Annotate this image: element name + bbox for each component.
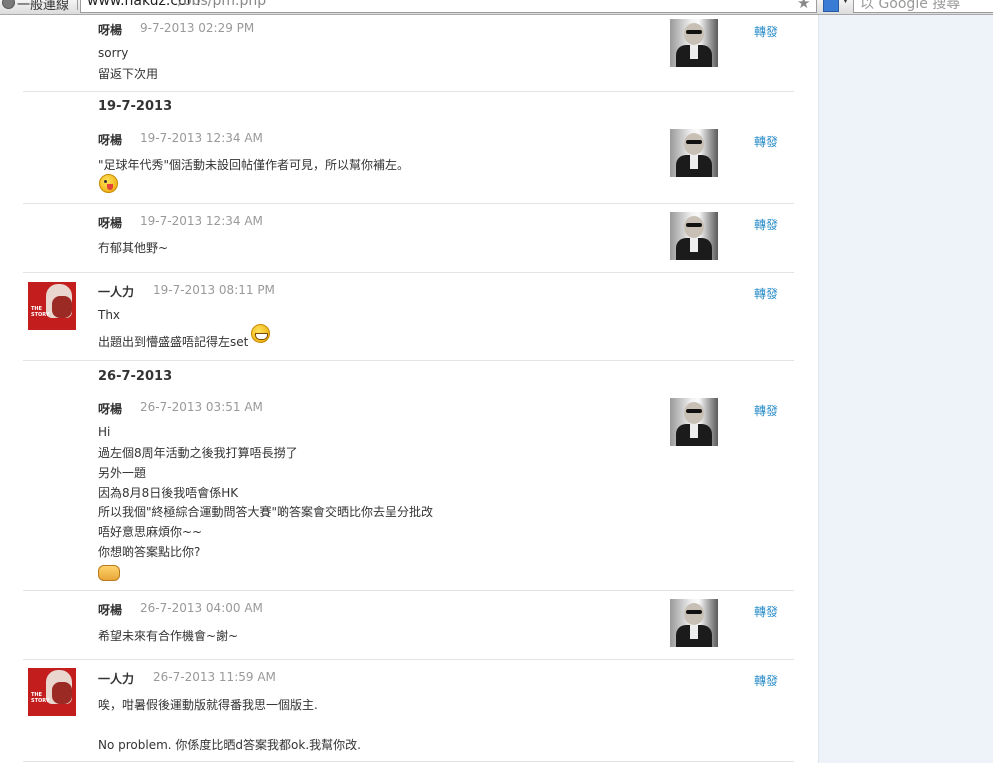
message-text: sorry (98, 46, 129, 60)
message-text: "足球年代秀"個活動未設回帖僅作者可見，所以幫你補左。 (98, 158, 410, 172)
message-timestamp: 26-7-2013 11:59 AM (153, 670, 276, 684)
message-text: 所以我個"終極綜合運動問答大賽"啲答案會交晒比你去呈分批改 (98, 505, 434, 519)
message-text: Thx (98, 308, 121, 322)
bookmark-star-icon[interactable]: ★ (797, 0, 810, 12)
message-text: 過左個8周年活動之後我打算唔長撈了 (98, 446, 298, 460)
avatar[interactable]: THE STORY (28, 282, 76, 330)
forward-link[interactable]: 轉發 (754, 216, 778, 233)
message-timestamp: 19-7-2013 12:34 AM (140, 131, 263, 145)
message-text: No problem. 你係度比晒d答案我都ok.我幫你改. (98, 738, 361, 752)
forward-link[interactable]: 轉發 (754, 603, 778, 620)
message-text: 唉，咁暑假後運動版就得番我思一個版主. (98, 698, 318, 712)
message-timestamp: 19-7-2013 08:11 PM (153, 283, 275, 297)
date-heading: 19-7-2013 (98, 99, 173, 114)
handshake-emoticon (98, 565, 120, 581)
divider (23, 91, 794, 92)
message-text: 另外一題 (98, 466, 147, 480)
divider (23, 761, 794, 762)
message-author[interactable]: 一人力 (98, 283, 134, 300)
forward-link[interactable]: 轉發 (754, 285, 778, 302)
divider (23, 590, 794, 591)
message-text: 冇郁其他野~ (98, 241, 169, 255)
message-author[interactable]: 呀楊 (98, 400, 122, 417)
url-path: /bbs/pm.php (178, 0, 267, 9)
chevron-down-icon[interactable]: ▼ (842, 0, 849, 5)
message-timestamp: 26-7-2013 04:00 AM (140, 601, 263, 615)
message-text: 因為8月8日後我唔會係HK (98, 486, 239, 500)
avatar[interactable] (670, 599, 718, 647)
search-placeholder: 以 Google 搜尋 (860, 0, 961, 12)
message-timestamp: 19-7-2013 12:34 AM (140, 214, 263, 228)
forward-link[interactable]: 轉發 (754, 133, 778, 150)
message-author[interactable]: 呀楊 (98, 21, 122, 38)
message-text: 唔好意思麻煩你~~ (98, 525, 203, 539)
message-text: Hi (98, 425, 111, 439)
message-text: 出題出到懵盛盛唔記得左set (98, 335, 249, 349)
message-author[interactable]: 呀楊 (98, 131, 122, 148)
divider (23, 360, 794, 361)
address-bar[interactable]: www.hakuz.com /bbs/pm.php (80, 0, 817, 13)
browser-toolbar: 一般連線 www.hakuz.com /bbs/pm.php ★ ▼ 以 Goo… (0, 0, 993, 15)
message-author[interactable]: 一人力 (98, 670, 134, 687)
divider (23, 272, 794, 273)
bookmark-item[interactable]: 一般連線 (17, 0, 69, 13)
avatar[interactable]: THE STORY (28, 668, 76, 716)
forward-link[interactable]: 轉發 (754, 402, 778, 419)
message-text: 你想啲答案點比你? (98, 545, 201, 559)
google-icon[interactable] (823, 0, 839, 12)
message-text: 希望未來有合作機會~謝~ (98, 629, 239, 643)
avatar[interactable] (670, 398, 718, 446)
globe-icon (2, 0, 15, 9)
side-panel (818, 15, 993, 763)
divider (23, 659, 794, 660)
search-input[interactable]: 以 Google 搜尋 (853, 0, 993, 13)
date-heading: 26-7-2013 (98, 369, 173, 384)
message-timestamp: 26-7-2013 03:51 AM (140, 400, 263, 414)
forward-link[interactable]: 轉發 (754, 672, 778, 689)
tongue-out-emoticon (99, 174, 118, 193)
message-author[interactable]: 呀楊 (98, 601, 122, 618)
forward-link[interactable]: 轉發 (754, 23, 778, 40)
grin-emoticon (251, 324, 270, 343)
message-timestamp: 9-7-2013 02:29 PM (140, 21, 255, 35)
message-text: 留返下次用 (98, 67, 159, 81)
toolbar-divider (77, 0, 78, 10)
avatar[interactable] (670, 212, 718, 260)
avatar[interactable] (670, 19, 718, 67)
avatar[interactable] (670, 129, 718, 177)
divider (23, 203, 794, 204)
message-author[interactable]: 呀楊 (98, 214, 122, 231)
